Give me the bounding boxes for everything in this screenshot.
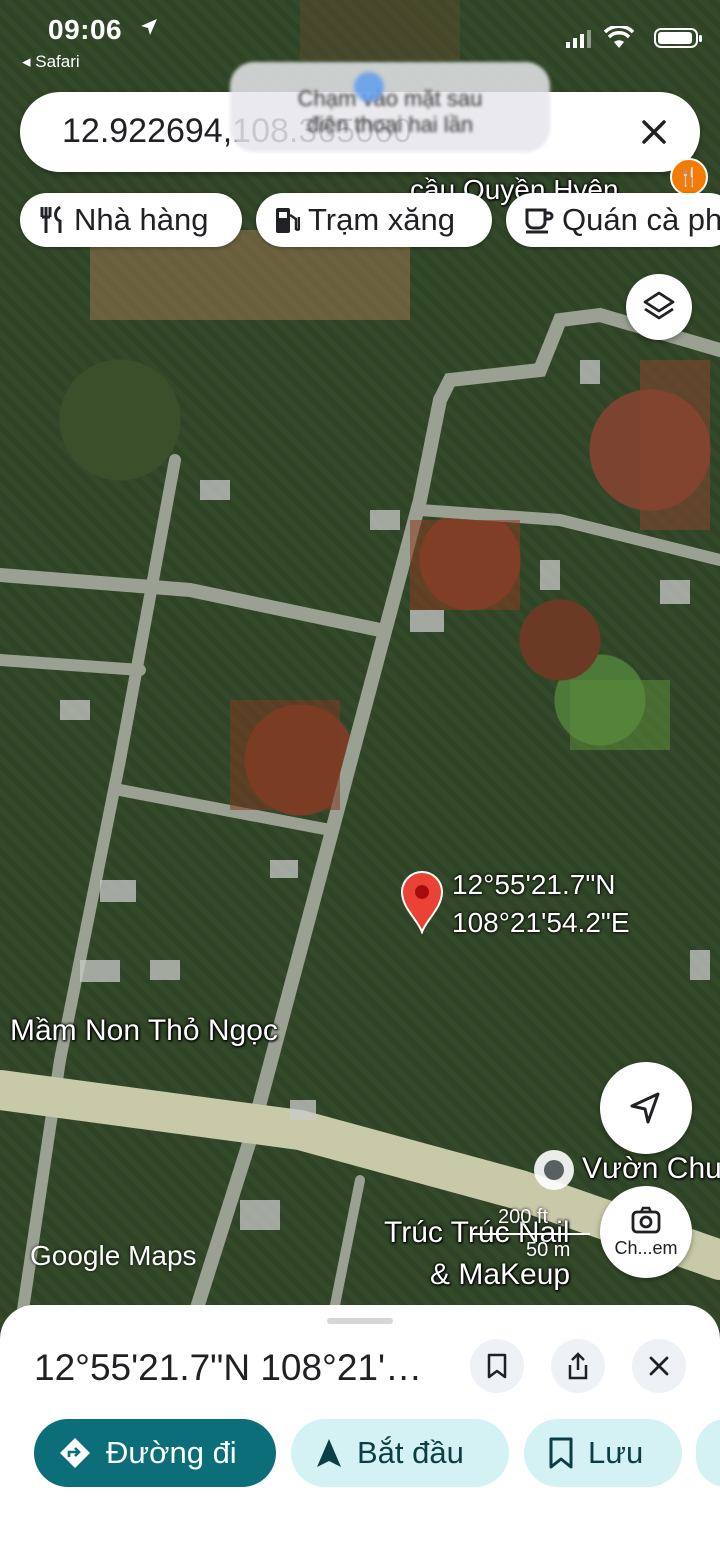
restaurant-icon [40, 205, 62, 233]
back-tap-hint-overlay: Chạm vào mặt sau điện thoại hai lần [230, 62, 550, 152]
close-icon [649, 1356, 669, 1376]
map-place-label-salon-2[interactable]: & MaKeup [430, 1258, 570, 1292]
more-actions-button[interactable] [696, 1419, 720, 1487]
layers-button[interactable] [626, 274, 692, 340]
close-sheet-button[interactable] [632, 1339, 686, 1393]
directions-label: Đường đi [106, 1435, 237, 1470]
bookmark-icon [487, 1353, 507, 1379]
hint-line-1: Chạm vào mặt sau [297, 86, 483, 111]
search-bar[interactable]: 12.922694,108.365060 Chạm vào mặt sau đi… [20, 62, 700, 172]
share-button[interactable] [551, 1339, 605, 1393]
pin-lng: 108°21'54.2"E [452, 907, 630, 938]
status-time: 09:06 [48, 14, 123, 45]
share-icon [568, 1352, 588, 1380]
hint-line-2: điện thoại hai lần [306, 112, 474, 137]
chip-restaurants[interactable]: Nhà hàng [20, 193, 242, 247]
cellular-signal-icon [566, 30, 592, 53]
restaurant-pin-icon[interactable]: 🍴 [670, 158, 708, 196]
garden-poi-icon[interactable] [534, 1150, 574, 1190]
layers-icon [643, 291, 675, 320]
back-to-app[interactable]: ◂ Safari [22, 52, 80, 72]
coffee-icon [525, 208, 554, 234]
chip-gas-stations[interactable]: Trạm xăng [256, 193, 492, 247]
google-maps-logo: Google Maps [30, 1240, 197, 1271]
my-location-button[interactable] [600, 1062, 692, 1154]
save-button[interactable]: Lưu [524, 1419, 682, 1487]
chip-coffee[interactable]: Quán cà phê [506, 193, 720, 247]
drag-handle[interactable] [327, 1318, 393, 1324]
gas-station-icon [276, 208, 300, 233]
start-navigation-button[interactable]: Bắt đầu [291, 1419, 509, 1487]
chip-label: Quán cà phê [562, 202, 720, 237]
scale-ft: 200 ft [498, 1206, 549, 1228]
scale-m: 50 m [526, 1239, 571, 1261]
wifi-icon [603, 24, 635, 55]
bookmark-button[interactable] [470, 1339, 524, 1393]
close-icon [642, 120, 666, 144]
place-title: 12°55'21.7"N 108°21'54.2"E [34, 1347, 434, 1388]
map-pin-icon [400, 871, 444, 936]
clear-search-button[interactable] [634, 112, 674, 152]
chip-label: Nhà hàng [74, 202, 209, 237]
battery-icon [654, 28, 702, 48]
lens-camera-button[interactable]: Ch...em [600, 1186, 692, 1278]
map-place-label-garden[interactable]: Vườn Chu [582, 1152, 720, 1186]
start-label: Bắt đầu [357, 1435, 464, 1470]
camera-label: Ch...em [614, 1237, 678, 1258]
map-scale: 200 ft 50 m [470, 1206, 590, 1262]
navigation-arrow-icon [630, 1092, 660, 1124]
pin-lat: 12°55'21.7"N [452, 869, 616, 900]
scale-bar [470, 1233, 590, 1235]
location-arrow-icon [140, 18, 158, 42]
chip-label: Trạm xăng [308, 202, 456, 237]
map-place-label-school[interactable]: Mầm Non Thỏ Ngọc [10, 1014, 278, 1048]
directions-button[interactable]: Đường đi [34, 1419, 276, 1487]
pin-coordinates-label: 12°55'21.7"N 108°21'54.2"E [452, 866, 630, 942]
save-label: Lưu [588, 1435, 644, 1470]
camera-search-icon [631, 1206, 661, 1233]
navigation-icon [317, 1439, 341, 1467]
back-app-label: Safari [35, 52, 80, 71]
place-bottom-sheet[interactable]: 12°55'21.7"N 108°21'54.2"E Đường đi Bắt … [0, 1305, 720, 1557]
bookmark-icon [549, 1437, 573, 1469]
hint-dot-icon [354, 72, 384, 102]
directions-icon [60, 1438, 90, 1468]
dropped-pin[interactable] [400, 870, 444, 939]
